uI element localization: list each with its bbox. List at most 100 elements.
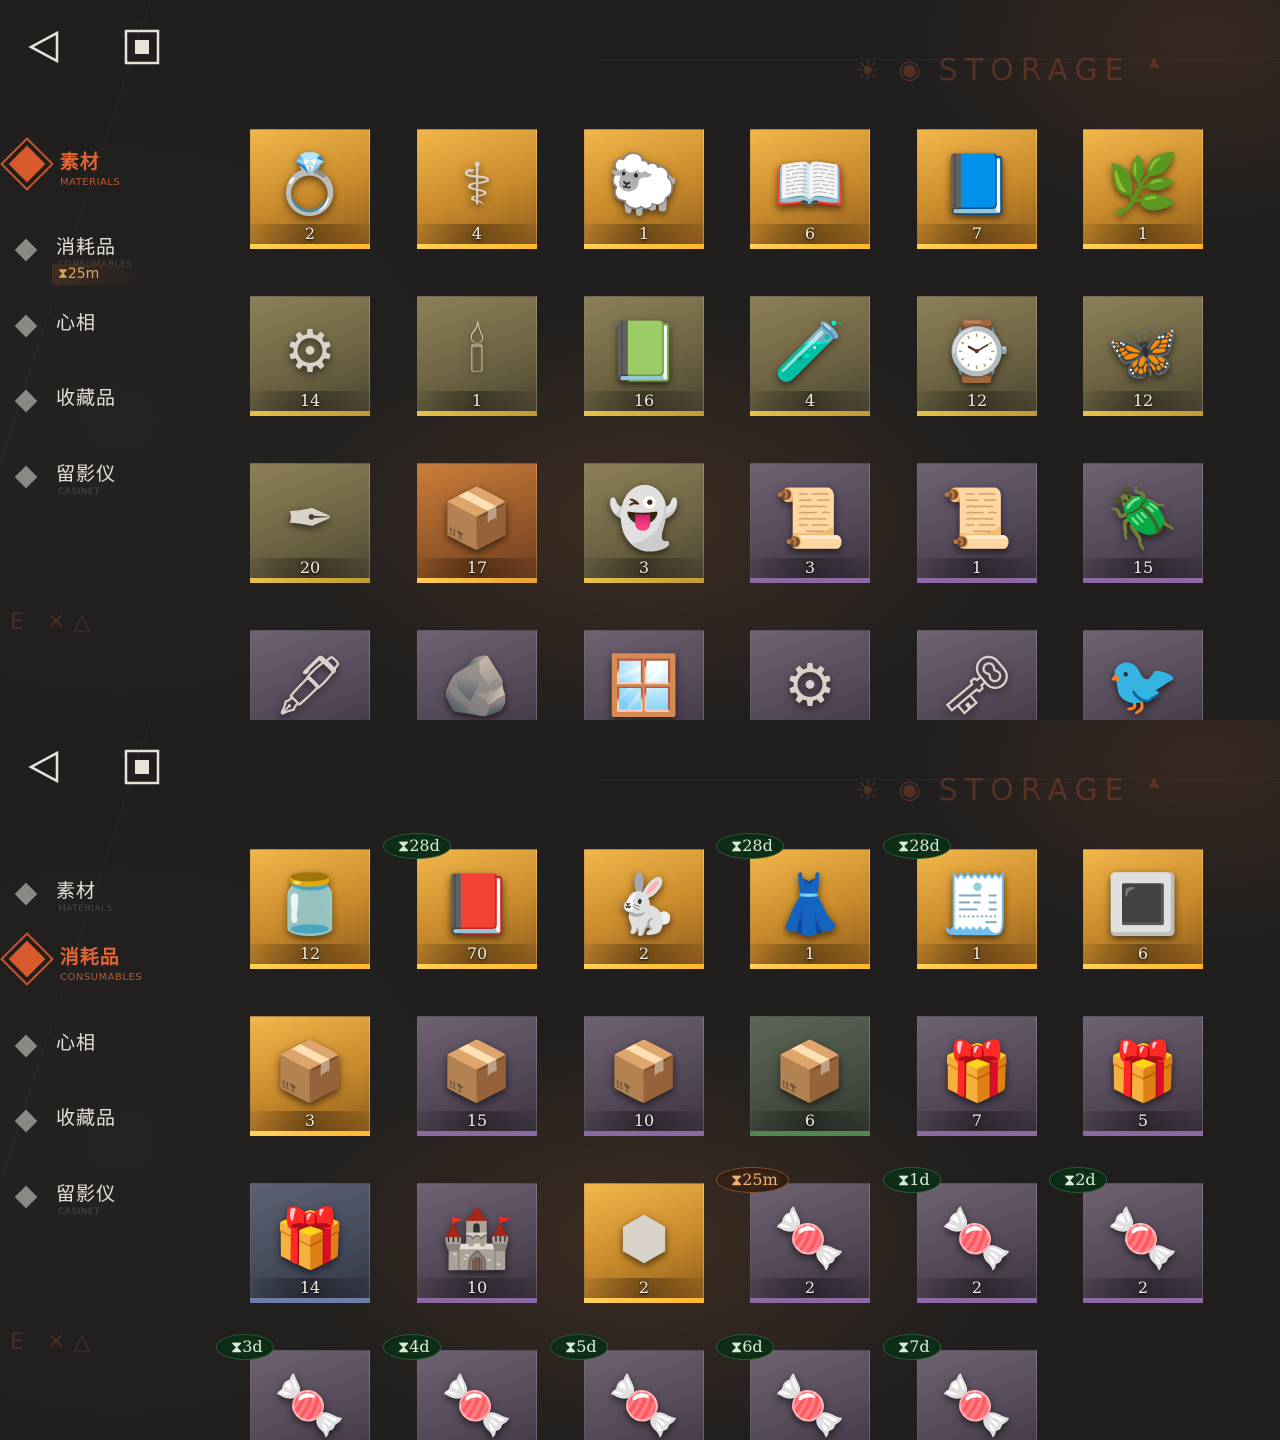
rarity-bar [584,964,704,969]
item-slot[interactable]: 📦 3 [250,1016,370,1136]
nav-item-psychube[interactable]: 心相 [14,306,224,362]
item-slot[interactable]: ⚕ 4 [417,129,537,249]
item-slot[interactable]: ✒ 20 [250,463,370,583]
item-slot[interactable]: 🏰 10 [417,1183,537,1303]
rarity-bar [417,1131,537,1136]
item-slot[interactable]: 🪲 15 [1083,463,1203,583]
bird-figurine-icon: 🐦 [1106,651,1180,720]
item-slot[interactable]: 📦 17 [417,463,537,583]
expiry-timer-badge: ⧗2d [1049,1167,1107,1193]
bullets-icon: ✒ [285,484,335,553]
candy-jar-icon: 🫙 [273,870,347,939]
nav-item-materials[interactable]: 素材 MATERIALS [8,145,224,201]
item-slot[interactable]: 🎁 7 [917,1016,1037,1136]
item-count: 1 [638,224,650,243]
item-count: 1 [471,391,483,410]
nav-item-label: 留影仪 [56,1183,117,1205]
item-slot[interactable]: 🕯 1 [417,296,537,416]
candy-icon: 🍬 [607,1371,681,1440]
item-count: 2 [971,1278,983,1297]
item-count: 6 [804,1111,816,1130]
expiry-timer-badge: ⧗7d [883,1334,941,1360]
item-slot[interactable]: 🍬 ⧗5d [550,1334,704,1440]
frame-icon: 🪟 [607,651,681,720]
item-count: 2 [638,944,650,963]
item-slot[interactable]: 🍬 ⧗7d [883,1334,1037,1440]
nav-item-psychube[interactable]: 心相 [14,1026,224,1082]
item-slot[interactable]: 👗 1 ⧗28d [716,833,870,969]
rarity-bar [917,1131,1037,1136]
item-slot[interactable]: 📜 3 [750,463,870,583]
item-slot[interactable]: 🌿 1 [1083,129,1203,249]
mechanical-fan-icon: ⚙ [784,651,836,720]
storage-panel-consumables: ☀ ◉ STORAGE ▲ E ✕△ 素材 MATERIALS 消耗品 CONSUMABLES 心… [0,720,1280,1440]
item-count: 6 [804,224,816,243]
item-slot[interactable]: 👻 3 [584,463,704,583]
item-slot[interactable]: ⌚ 12 [917,296,1037,416]
item-slot[interactable]: 🪨 [417,630,537,720]
astrolabe-icon: ⚙ [284,317,336,386]
nav-item-collectibles[interactable]: 收藏品 [14,381,224,437]
item-slot[interactable]: 📖 6 [750,129,870,249]
item-slot[interactable]: 🍬 ⧗6d [716,1334,870,1440]
nav-item-materials[interactable]: 素材 MATERIALS [14,874,224,930]
nav-item-consumables[interactable]: 消耗品 CONSUMABLES [8,940,224,996]
item-slot[interactable]: 🎁 14 [250,1183,370,1303]
rabbit-box-icon: 🐇 [607,870,681,939]
item-slot[interactable]: 🔳 6 [1083,849,1203,969]
wooden-crate-icon: 📦 [273,1037,347,1106]
item-slot[interactable]: 🍬 2 ⧗1d [883,1167,1037,1303]
item-slot[interactable]: 🐇 2 [584,849,704,969]
item-count: 1 [804,944,816,963]
item-slot[interactable]: 📦 10 [584,1016,704,1136]
nav-item-casinet[interactable]: 留影仪 CASINET [14,457,224,513]
nav-item-collectibles[interactable]: 收藏品 [14,1101,224,1157]
item-slot[interactable]: 🐑 1 [584,129,704,249]
item-count: 70 [466,944,488,963]
item-slot[interactable]: 📘 7 [917,129,1037,249]
item-count: 4 [471,224,483,243]
item-slot[interactable]: ⚙ [750,630,870,720]
ghost-icon: 👻 [607,484,681,553]
candy-icon: 🍬 [773,1204,847,1273]
item-count: 2 [304,224,316,243]
item-slot[interactable]: 📦 15 [417,1016,537,1136]
expiry-timer-badge: ⧗3d [216,1334,274,1360]
item-slot[interactable]: 📦 6 [750,1016,870,1136]
item-slot[interactable]: 🧾 1 ⧗28d [883,833,1037,969]
nav-item-casinet[interactable]: 留影仪 CASINET [14,1177,224,1233]
item-slot[interactable]: 🖋 [250,630,370,720]
item-slot[interactable]: 🍬 2 ⧗25m [716,1167,870,1303]
diamond-icon [14,238,38,262]
item-slot[interactable]: 📜 1 [917,463,1037,583]
rarity-bar [584,578,704,583]
item-slot[interactable]: 📗 16 [584,296,704,416]
item-slot[interactable]: ⚙ 14 [250,296,370,416]
item-slot[interactable]: 🍬 ⧗3d [216,1334,370,1440]
item-slot[interactable]: 📕 70 ⧗28d [383,833,537,969]
item-slot[interactable]: ⬢ 2 [584,1183,704,1303]
item-slot[interactable]: 🍬 2 ⧗2d [1049,1167,1203,1303]
nav-item-label: 消耗品 [56,236,117,258]
rarity-bar [1083,1131,1203,1136]
item-slot[interactable]: 💍 2 [250,129,370,249]
category-nav: 素材 MATERIALS 消耗品 CONSUMABLES 心相收藏品留影仪 CASINET [0,720,230,1440]
item-slot[interactable]: 🦋 12 [1083,296,1203,416]
item-slot[interactable]: 🗝 [917,630,1037,720]
item-count: 12 [966,391,988,410]
overgrown-chest-icon: 🌿 [1106,150,1180,219]
item-slot[interactable]: 🐦 [1083,630,1203,720]
mannequin-icon: 👗 [773,870,847,939]
item-slot[interactable]: 🎁 5 [1083,1016,1203,1136]
diamond-icon [8,145,46,183]
item-slot[interactable]: 🍬 ⧗4d [383,1334,537,1440]
item-slot[interactable]: 🫙 12 [250,849,370,969]
rune-table-icon: 🔳 [1106,870,1180,939]
diamond-icon [14,1109,38,1133]
item-grid: 🫙 12 📕 70 ⧗28d 🐇 2 👗 1 ⧗28d 🧾 1 ⧗28d 🔳 6 📦 3 📦 15 📦 10 📦 6 🎁 7 🎁 5… [216,720,1210,1440]
diamond-icon [14,882,38,906]
caduceus-icon: ⚕ [461,150,493,219]
item-slot[interactable]: 🧪 4 [750,296,870,416]
item-slot[interactable]: 🪟 [584,630,704,720]
rarity-bar [250,411,370,416]
